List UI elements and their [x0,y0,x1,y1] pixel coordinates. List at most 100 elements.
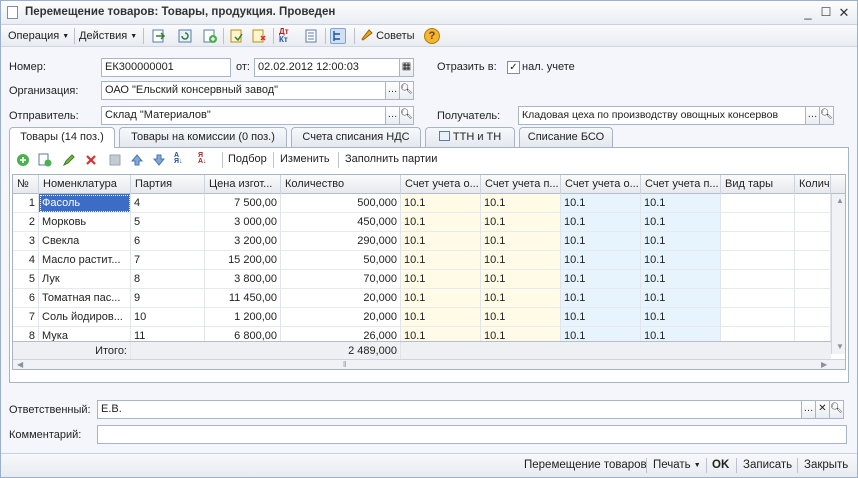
table-row[interactable]: 7 Соль йодиров... 10 1 200,00 20,000 10.1 10.1… [13,308,831,327]
ok-button[interactable]: OK [712,459,729,471]
table-cell[interactable]: 20,000 [281,308,401,327]
tab-commission-goods[interactable]: Товары на комиссии (0 поз.) [119,127,287,147]
table-row[interactable]: 1 Фасоль 4 7 500,00 500,000 10.1 10.1 10.1 10.1 [13,194,831,213]
comment-field[interactable] [97,425,847,444]
column-header[interactable]: Вид тары [721,175,795,194]
select-ellipsis-icon[interactable]: … [385,106,400,125]
tab-bso[interactable]: Списание БСО [519,127,613,147]
sort-asc-icon[interactable]: А Я↓ [174,152,188,167]
table-cell[interactable]: 5 [131,213,205,232]
operation-menu[interactable]: Операция ▼ [8,28,69,44]
copy-document-icon[interactable] [202,28,218,44]
table-cell[interactable]: 10.1 [481,194,561,213]
open-search-icon[interactable]: 🔍︎ [819,106,834,125]
table-cell[interactable]: 10.1 [401,232,481,251]
table-cell[interactable]: 10.1 [561,232,641,251]
minimize-icon[interactable]: _ [800,5,816,21]
table-cell[interactable]: 3 000,00 [205,213,281,232]
table-cell[interactable]: 7 500,00 [205,194,281,213]
table-cell[interactable]: 3 800,00 [205,270,281,289]
column-header[interactable]: Номенклатура [39,175,131,194]
table-cell[interactable]: 10.1 [481,308,561,327]
table-cell[interactable]: 6 [131,232,205,251]
sender-field[interactable]: Склад "Материалов" [101,106,386,125]
table-cell[interactable]: 10.1 [401,194,481,213]
table-cell[interactable] [721,308,795,327]
delete-row-icon[interactable] [84,153,98,167]
table-cell[interactable]: 450,000 [281,213,401,232]
table-cell[interactable] [721,213,795,232]
hierarchy-icon[interactable] [330,28,346,44]
table-cell[interactable]: 3 [13,232,39,251]
column-header[interactable]: Счет учета о... [561,175,641,194]
based-on-icon[interactable] [229,28,245,44]
debit-credit-icon[interactable]: Дт Кт [279,28,295,44]
close-icon[interactable]: ✕ [836,5,852,21]
table-cell[interactable]: 1 [13,194,39,213]
tab-vat-accounts[interactable]: Счета списания НДС [291,127,421,147]
table-cell[interactable]: 7 [131,251,205,270]
scroll-down-icon[interactable]: ▼ [836,342,844,351]
table-cell[interactable]: 10.1 [641,232,721,251]
table-cell[interactable]: 11 450,00 [205,289,281,308]
table-cell[interactable]: 10.1 [481,213,561,232]
table-cell[interactable]: 6 [13,289,39,308]
move-down-icon[interactable] [152,153,166,167]
tax-accounting-checkbox[interactable]: ✓ [507,61,520,74]
table-cell[interactable]: 10.1 [641,308,721,327]
table-cell[interactable] [795,194,831,213]
structure-icon[interactable] [251,28,267,44]
scroll-up-icon[interactable]: ▲ [836,196,844,205]
move-up-icon[interactable] [130,153,144,167]
column-header[interactable]: Партия [131,175,205,194]
column-header[interactable]: № [13,175,39,194]
save-button[interactable]: Записать [743,459,792,471]
table-row[interactable]: 4 Масло растит... 7 15 200,00 50,000 10.1 10.1… [13,251,831,270]
table-cell[interactable]: 20,000 [281,289,401,308]
column-header[interactable]: Цена изгот... [205,175,281,194]
table-cell[interactable] [795,251,831,270]
tab-goods[interactable]: Товары (14 поз.) [9,127,115,148]
scroll-left-icon[interactable]: ◀ [17,360,23,369]
end-edit-icon[interactable] [108,153,122,167]
table-cell[interactable]: 10.1 [401,213,481,232]
table-cell[interactable]: 290,000 [281,232,401,251]
table-cell[interactable]: Фасоль [39,194,131,213]
select-ellipsis-icon[interactable]: … [385,81,400,100]
table-cell[interactable]: 10.1 [641,251,721,270]
clear-icon[interactable]: ✕ [815,400,830,419]
table-row[interactable]: 3 Свекла 6 3 200,00 290,000 10.1 10.1 10.1 10.1 [13,232,831,251]
column-header[interactable]: Количество [281,175,401,194]
table-cell[interactable]: 10.1 [641,213,721,232]
number-field[interactable]: ЕК300000001 [101,58,231,77]
print-menu[interactable]: Печать ▼ [653,459,701,471]
table-cell[interactable] [795,213,831,232]
open-search-icon[interactable]: 🔍︎ [399,81,414,100]
select-ellipsis-icon[interactable]: … [801,400,816,419]
refresh-icon[interactable] [177,28,193,44]
table-cell[interactable]: Морковь [39,213,131,232]
table-cell[interactable]: Масло растит... [39,251,131,270]
table-cell[interactable] [721,289,795,308]
column-header[interactable]: Счет учета п... [481,175,561,194]
table-cell[interactable]: 4 [13,251,39,270]
vertical-scrollbar[interactable]: ▲ ▼ [831,194,845,354]
table-cell[interactable]: 10.1 [561,194,641,213]
column-header[interactable]: Счет учета п... [641,175,721,194]
table-cell[interactable] [721,194,795,213]
fill-batches-button[interactable]: Заполнить партии [345,153,437,165]
table-row[interactable]: 6 Томатная пас... 9 11 450,00 20,000 10.1 10.1… [13,289,831,308]
edit-row-icon[interactable] [62,153,76,167]
select-items-button[interactable]: Подбор [228,153,267,165]
organization-field[interactable]: ОАО "Ельский консервный завод" [101,81,386,100]
table-cell[interactable]: 50,000 [281,251,401,270]
table-row[interactable]: 2 Морковь 5 3 000,00 450,000 10.1 10.1 10.1 10.1 [13,213,831,232]
column-header[interactable]: Колич [795,175,831,194]
open-search-icon[interactable]: 🔍︎ [399,106,414,125]
table-cell[interactable] [795,289,831,308]
add-row-icon[interactable] [16,153,30,167]
table-cell[interactable]: 1 200,00 [205,308,281,327]
date-field[interactable]: 02.02.2012 12:00:03 [254,58,400,77]
select-ellipsis-icon[interactable]: … [805,106,820,125]
table-cell[interactable] [721,270,795,289]
